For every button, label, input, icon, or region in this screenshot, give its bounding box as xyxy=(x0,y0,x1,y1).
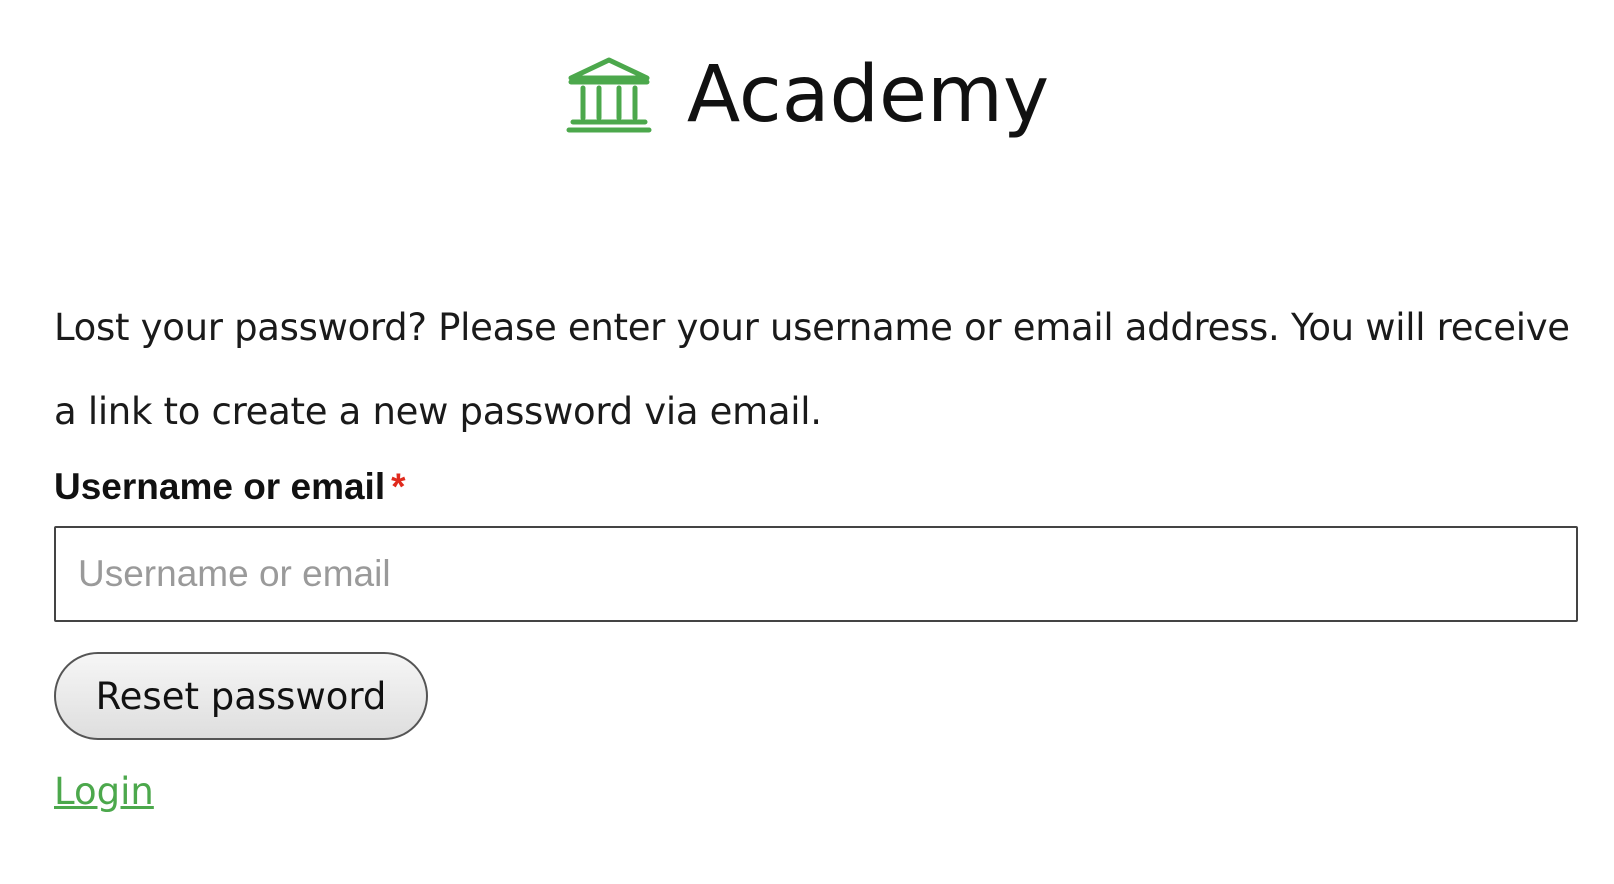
bank-building-icon xyxy=(566,57,652,133)
lost-password-form: Lost your password? Please enter your us… xyxy=(54,286,1578,813)
username-input[interactable] xyxy=(54,526,1578,622)
site-header: Academy xyxy=(0,40,1614,150)
login-link[interactable]: Login xyxy=(54,770,154,813)
username-label-text: Username or email xyxy=(54,466,386,507)
username-label: Username or email * xyxy=(54,466,406,508)
intro-text: Lost your password? Please enter your us… xyxy=(54,306,1570,433)
site-title: Academy xyxy=(686,50,1050,140)
required-asterisk: * xyxy=(391,466,406,507)
brand[interactable]: Academy xyxy=(565,56,1049,134)
reset-password-button[interactable]: Reset password xyxy=(54,652,428,740)
